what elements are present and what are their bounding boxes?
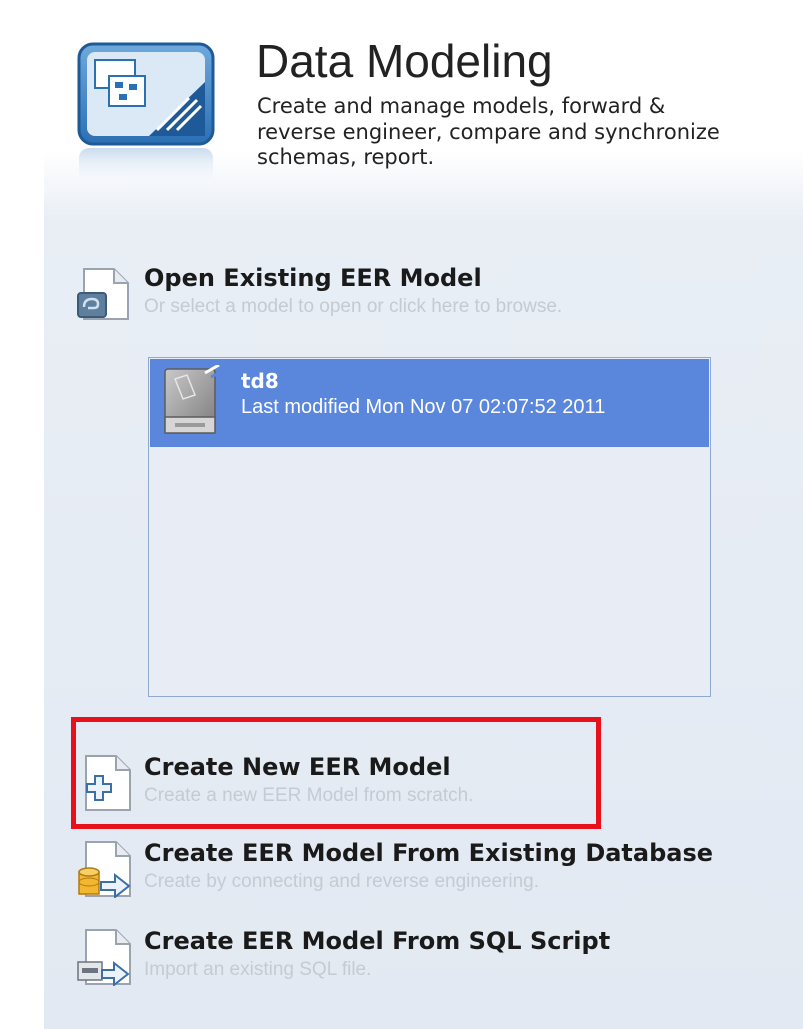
sql-script-arrow-icon bbox=[77, 929, 131, 986]
database-arrow-icon bbox=[78, 841, 131, 898]
create-from-database-description: Create by connecting and reverse enginee… bbox=[144, 871, 540, 892]
open-folder-icon bbox=[77, 268, 129, 320]
create-from-sql-script-action[interactable]: Create EER Model From SQL Script Import … bbox=[76, 926, 776, 990]
list-item[interactable]: td8 Last modified Mon Nov 07 02:07:52 20… bbox=[150, 359, 709, 447]
create-from-database-label: Create EER Model From Existing Database bbox=[144, 839, 714, 867]
create-from-database-action[interactable]: Create EER Model From Existing Database … bbox=[76, 838, 776, 902]
model-file-icon bbox=[164, 365, 220, 434]
open-model-label: Open Existing EER Model bbox=[144, 264, 482, 292]
highlight-box bbox=[71, 717, 601, 829]
page-title: Data Modeling bbox=[256, 35, 553, 87]
model-modified-date: Last modified Mon Nov 07 02:07:52 2011 bbox=[241, 396, 606, 418]
page-subtitle: Create and manage models, forward & reve… bbox=[257, 94, 720, 169]
open-model-description[interactable]: Or select a model to open or click here … bbox=[144, 296, 562, 318]
open-existing-model-action[interactable]: Open Existing EER Model Or select a mode… bbox=[76, 263, 776, 327]
create-from-sql-script-label: Create EER Model From SQL Script bbox=[144, 927, 611, 955]
data-modeling-icon bbox=[77, 42, 215, 188]
model-name: td8 bbox=[241, 369, 279, 393]
create-from-sql-script-description: Import an existing SQL file. bbox=[144, 959, 372, 980]
model-list[interactable]: td8 Last modified Mon Nov 07 02:07:52 20… bbox=[148, 357, 711, 697]
